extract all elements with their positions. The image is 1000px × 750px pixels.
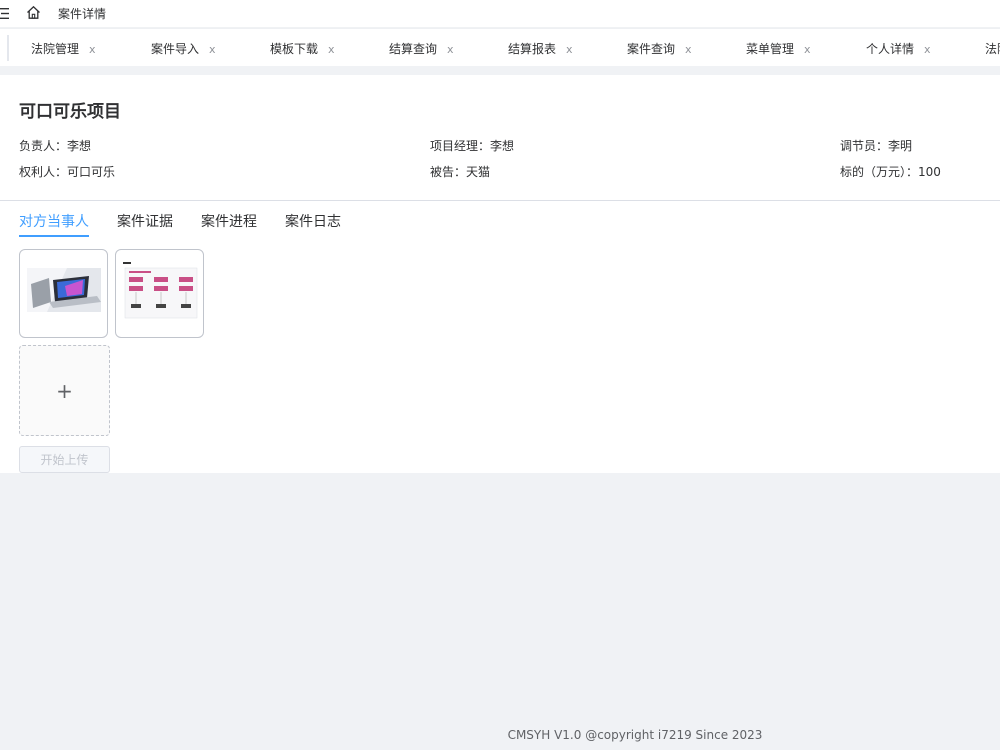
- start-upload-button[interactable]: 开始上传: [19, 446, 110, 473]
- footer-copyright: CMSYH V1.0 @copyright i7219 Since 2023: [507, 728, 763, 742]
- project-manager-info: 项目经理：李想: [430, 139, 515, 153]
- tags-view-bar: 法院管理 x 案件导入 x 模板下载 x 结算查询 x 结算报表 x 案件查询 x 菜单管理…: [0, 28, 1000, 66]
- content-gap: [0, 66, 1000, 75]
- tab-settlement-query[interactable]: 结算查询 x: [389, 40, 454, 57]
- home-icon[interactable]: [26, 5, 41, 20]
- tab-close-icon[interactable]: x: [209, 43, 216, 56]
- right-holder-info: 权利人：可口可乐: [19, 165, 116, 179]
- tab-menu-management[interactable]: 菜单管理 x: [746, 40, 811, 57]
- tab-label: 个人详情: [866, 42, 915, 56]
- tab-close-icon[interactable]: x: [328, 43, 335, 56]
- tab-close-icon[interactable]: x: [566, 43, 573, 56]
- plus-icon: +: [56, 378, 73, 403]
- breadcrumb-title: 案件详情: [58, 7, 107, 21]
- menu-fold-icon[interactable]: [0, 7, 10, 20]
- tab-close-icon[interactable]: x: [924, 43, 931, 56]
- tab-close-icon[interactable]: x: [447, 43, 454, 56]
- tab-label: 法院管理: [31, 42, 80, 56]
- section-divider: [0, 200, 1000, 201]
- tab-court-management[interactable]: 法院管理 x: [31, 40, 96, 57]
- project-title: 可口可乐项目: [19, 102, 121, 122]
- uploaded-image-laptop[interactable]: [19, 249, 108, 338]
- defendant-info: 被告：天猫: [430, 165, 491, 179]
- tab-label: 结算报表: [508, 42, 557, 56]
- tab-label: 菜单管理: [746, 42, 795, 56]
- owner-info: 负责人：李想: [19, 139, 92, 153]
- tab-label: 案件导入: [151, 42, 200, 56]
- uploaded-image-diagram[interactable]: [115, 249, 204, 338]
- tab-case-query[interactable]: 案件查询 x: [627, 40, 692, 57]
- tab-case-progress[interactable]: 案件进程: [201, 211, 257, 231]
- tab-close-icon[interactable]: x: [685, 43, 692, 56]
- top-bar: 案件详情: [0, 0, 1000, 27]
- tab-settlement-report[interactable]: 结算报表 x: [508, 40, 573, 57]
- tab-court-partial[interactable]: 法院: [985, 40, 1000, 57]
- active-tab-indicator: [19, 235, 89, 237]
- mediator-info: 调节员：李明: [840, 139, 913, 153]
- tab-label: 案件查询: [627, 42, 676, 56]
- tab-label: 模板下载: [270, 42, 319, 56]
- case-detail-card: 可口可乐项目 负责人：李想 项目经理：李想 调节员：李明 权利人：可口可乐 被告…: [0, 75, 1000, 473]
- diagram-image-icon: [123, 262, 199, 322]
- tab-label: 法院: [985, 42, 1000, 56]
- tab-case-log[interactable]: 案件日志: [285, 211, 341, 231]
- tab-personal-details[interactable]: 个人详情 x: [866, 40, 931, 57]
- tab-close-icon[interactable]: x: [804, 43, 811, 56]
- tab-opposing-party[interactable]: 对方当事人: [19, 211, 89, 231]
- amount-info: 标的（万元）：100: [840, 165, 941, 179]
- laptop-image-icon: [27, 268, 101, 312]
- tab-label: 结算查询: [389, 42, 438, 56]
- tab-close-icon[interactable]: x: [89, 43, 96, 56]
- tab-case-import[interactable]: 案件导入 x: [151, 40, 216, 57]
- upload-dropzone[interactable]: +: [19, 345, 110, 436]
- tab-template-download[interactable]: 模板下载 x: [270, 40, 335, 57]
- tab-case-evidence[interactable]: 案件证据: [117, 211, 173, 231]
